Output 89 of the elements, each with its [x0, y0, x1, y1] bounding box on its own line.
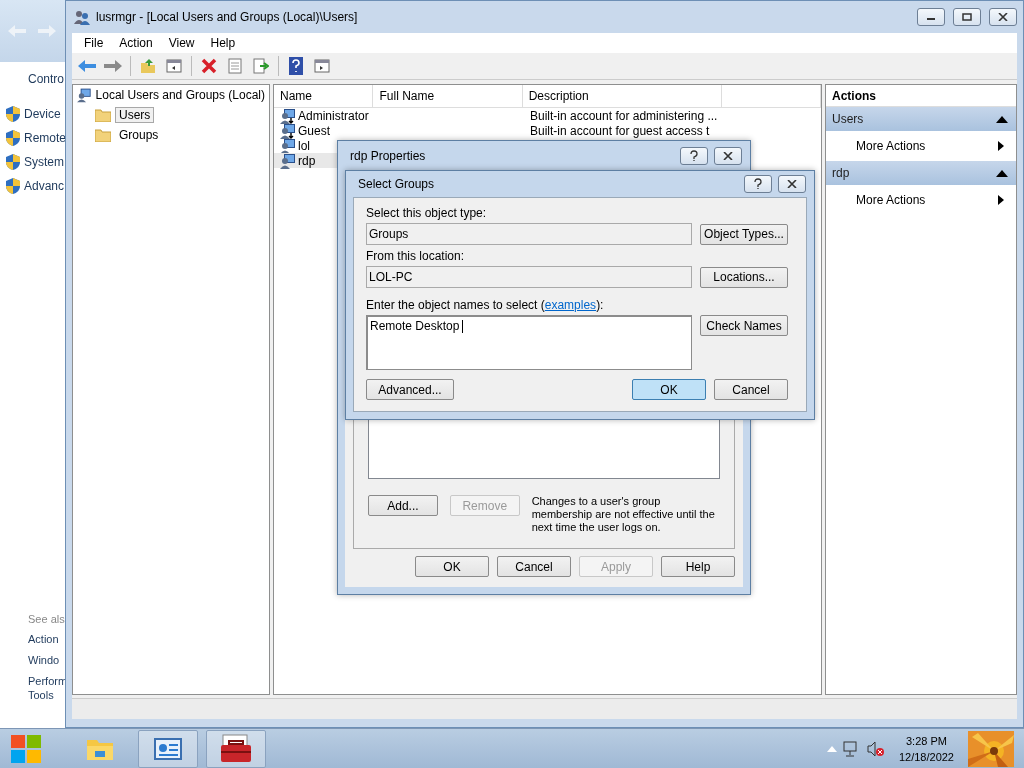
- dialog-title: Select Groups: [358, 177, 436, 191]
- field-label: Select this object type:: [366, 206, 488, 220]
- maximize-icon: [962, 13, 972, 21]
- action-item[interactable]: More Actions: [826, 131, 1016, 161]
- dialog-button[interactable]: OK: [415, 556, 489, 577]
- control-panel-link[interactable]: Device: [24, 107, 61, 121]
- see-also-heading: See als: [28, 613, 66, 625]
- user-name[interactable]: Guest: [298, 123, 330, 138]
- close-button[interactable]: [778, 175, 806, 193]
- muted-speaker-icon[interactable]: [866, 741, 885, 757]
- help-button[interactable]: [744, 175, 772, 193]
- collapse-arrow-icon: [996, 169, 1008, 177]
- minimize-button[interactable]: [917, 8, 945, 26]
- user-icon: [280, 152, 296, 169]
- tree-item[interactable]: Users: [115, 107, 155, 123]
- close-icon: [723, 152, 733, 160]
- collapse-arrow-icon: [996, 115, 1008, 123]
- question-mark-icon: [689, 150, 699, 162]
- computer-users-icon: [77, 87, 92, 103]
- action-item[interactable]: More Actions: [826, 185, 1016, 215]
- shield-icon: [6, 130, 20, 146]
- users-icon: [74, 9, 90, 25]
- tree-item[interactable]: Groups: [115, 127, 163, 143]
- folder-icon: [95, 128, 111, 142]
- control-panel-link[interactable]: System: [24, 155, 64, 169]
- folder-icon: [95, 108, 111, 122]
- close-icon: [787, 180, 797, 188]
- member-button[interactable]: Add...: [368, 495, 438, 516]
- description-cell: Built-in account for guest access t: [530, 123, 710, 138]
- object-types-button[interactable]: Object Types...: [700, 223, 788, 245]
- text-cursor: [462, 320, 464, 334]
- shield-icon: [6, 178, 20, 194]
- column-header[interactable]: Name: [274, 85, 374, 107]
- examples-link[interactable]: examples: [544, 298, 597, 312]
- see-also-link[interactable]: Action: [28, 632, 66, 646]
- control-panel-heading: Contro: [27, 71, 66, 88]
- taskbar-button[interactable]: [138, 730, 198, 768]
- menu-item[interactable]: File: [76, 36, 112, 50]
- check-names-button[interactable]: Check Names: [700, 315, 788, 336]
- control-panel-link[interactable]: Remote: [23, 131, 66, 145]
- close-button[interactable]: [714, 147, 742, 165]
- dialog-title: rdp Properties: [350, 149, 427, 163]
- user-name[interactable]: lol: [298, 138, 310, 153]
- description-cell: Built-in account for administering ...: [530, 108, 718, 123]
- question-mark-icon: [753, 178, 763, 190]
- action-section-header[interactable]: rdp: [826, 161, 1016, 185]
- submenu-arrow-icon: [998, 195, 1004, 205]
- close-button[interactable]: [989, 8, 1017, 26]
- user-icon: [280, 122, 296, 139]
- folder-icon: [86, 737, 114, 761]
- object-names-field[interactable]: Remote Desktop: [366, 315, 692, 370]
- shield-icon: [6, 154, 20, 170]
- shield-icon: [6, 106, 20, 122]
- field-label: From this location:: [366, 249, 466, 263]
- dialog-button[interactable]: OK: [632, 379, 706, 400]
- location-field: LOL-PC: [366, 266, 692, 288]
- menu-item[interactable]: Help: [202, 36, 244, 50]
- control-panel-icon: [154, 737, 182, 761]
- menu-item[interactable]: Action: [111, 36, 161, 50]
- user-name[interactable]: Administrator: [298, 108, 369, 123]
- locations-button[interactable]: Locations...: [700, 266, 788, 288]
- close-icon: [998, 13, 1008, 21]
- window-title: lusrmgr - [Local Users and Groups (Local)\Users]: [96, 10, 359, 24]
- dialog-button[interactable]: Help: [661, 556, 735, 577]
- export-button[interactable]: [250, 55, 272, 77]
- tree-item[interactable]: Local Users and Groups (Local): [95, 88, 265, 102]
- menu-item[interactable]: View: [160, 36, 203, 50]
- column-header[interactable]: Full Name: [373, 85, 523, 107]
- column-header[interactable]: Description: [522, 85, 722, 107]
- user-icon: [280, 107, 296, 124]
- action-section-header[interactable]: Users: [826, 107, 1016, 131]
- membership-note: Changes to a user's group membership are not effective until the next time the user logs on.: [531, 495, 716, 534]
- help-button[interactable]: [680, 147, 708, 165]
- dialog-button[interactable]: Cancel: [497, 556, 571, 577]
- user-name[interactable]: rdp: [298, 153, 316, 168]
- show-hidden-icons-icon[interactable]: [826, 746, 837, 752]
- taskbar-button[interactable]: [206, 730, 266, 768]
- field-label: Enter the object names to select (examples):: [366, 298, 605, 312]
- object-type-field: Groups: [366, 223, 692, 245]
- user-icon: [280, 137, 296, 154]
- submenu-arrow-icon: [998, 141, 1004, 151]
- toolbox-icon: [219, 734, 253, 764]
- dialog-button[interactable]: Cancel: [714, 379, 788, 400]
- windows-logo-icon: [11, 735, 41, 763]
- control-panel-link[interactable]: Advanc: [24, 179, 65, 193]
- clock[interactable]: 3:28 PM 12/18/2022: [890, 733, 962, 765]
- maximize-button[interactable]: [953, 8, 981, 26]
- advanced-button[interactable]: Advanced...: [366, 379, 454, 400]
- see-also-link[interactable]: Windo: [28, 653, 66, 667]
